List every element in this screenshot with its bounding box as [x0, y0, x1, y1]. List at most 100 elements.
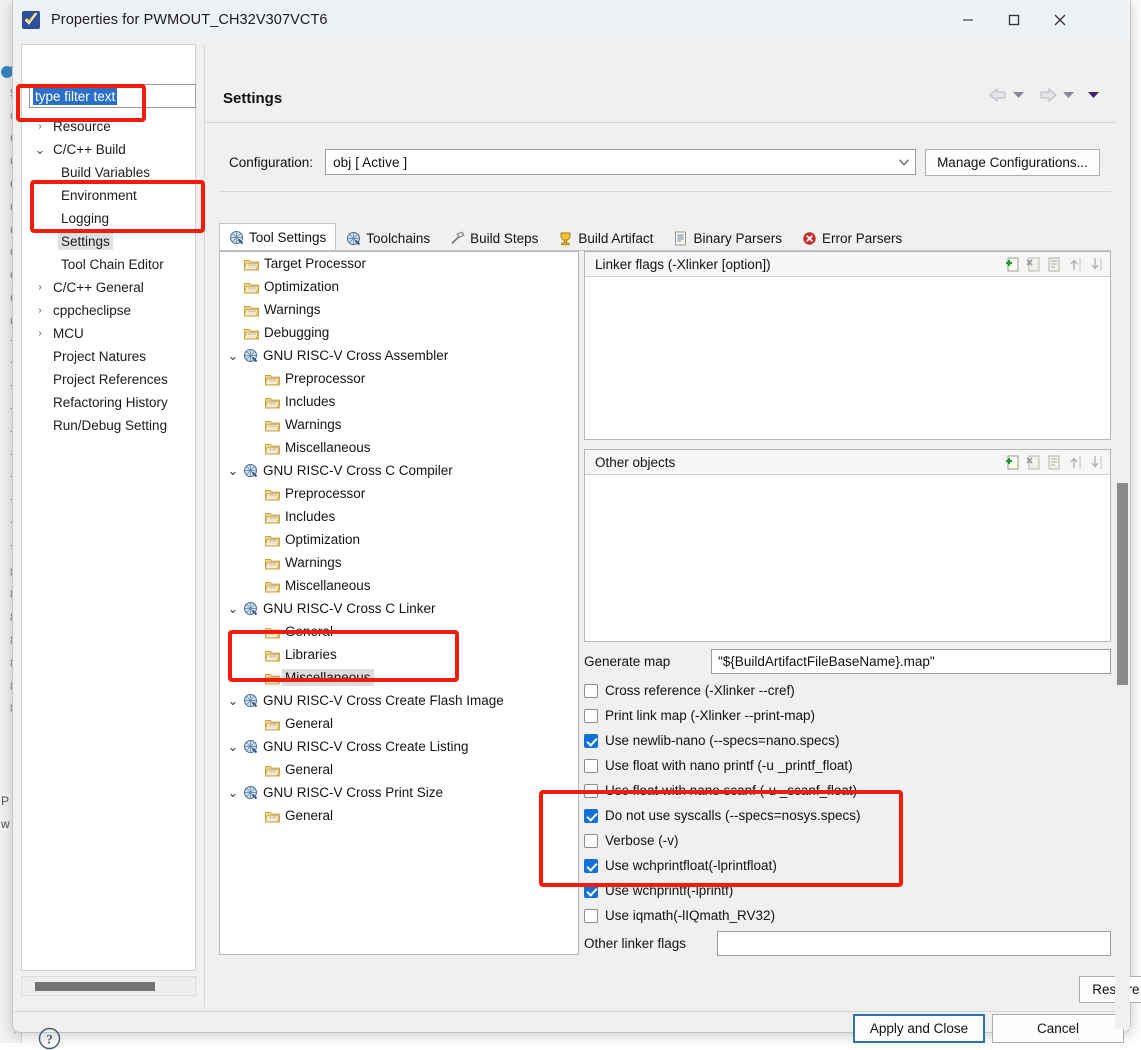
tool-tree-item-optimization[interactable]: Optimization — [220, 528, 578, 551]
tool-tree-item-warnings[interactable]: Warnings — [220, 298, 578, 321]
properties-tree[interactable]: ›Resource⌄C/C++ BuildBuild VariablesEnvi… — [22, 115, 197, 437]
tool-tree-item-includes[interactable]: Includes — [220, 390, 578, 413]
tool-tree-item-optimization[interactable]: Optimization — [220, 275, 578, 298]
move-up-icon[interactable] — [1068, 455, 1083, 470]
tool-tree-item-includes[interactable]: Includes — [220, 505, 578, 528]
chevron-down-icon[interactable]: ⌄ — [225, 789, 241, 797]
tab-toolchains[interactable]: Toolchains — [336, 224, 440, 251]
edit-icon[interactable] — [1047, 257, 1062, 272]
add-icon[interactable] — [1005, 257, 1020, 272]
checkbox-unchecked-icon[interactable] — [584, 909, 598, 923]
checkbox-row-4[interactable]: Use float with nano scanf (-u _scanf_flo… — [584, 778, 1111, 803]
filter-input[interactable]: type filter text — [29, 84, 196, 108]
tab-build-artifact[interactable]: Build Artifact — [548, 224, 663, 251]
chevron-down-icon[interactable]: ⌄ — [225, 605, 241, 613]
checkbox-row-6[interactable]: Verbose (-v) — [584, 828, 1111, 853]
tab-error-parsers[interactable]: Error Parsers — [792, 224, 912, 251]
scrollbar-thumb[interactable] — [1117, 483, 1128, 685]
back-arrow-icon[interactable] — [988, 88, 1010, 102]
maximize-icon[interactable] — [991, 0, 1037, 39]
chevron-down-icon[interactable]: ⌄ — [225, 467, 241, 475]
properties-tree-item-environment[interactable]: Environment — [22, 184, 197, 207]
tool-tree-item-miscellaneous[interactable]: Miscellaneous — [220, 574, 578, 597]
properties-tree-item-project-references[interactable]: Project References — [22, 368, 197, 391]
properties-tree-item-refactoring-history[interactable]: Refactoring History — [22, 391, 197, 414]
properties-tree-item-tool-chain-editor[interactable]: Tool Chain Editor — [22, 253, 197, 276]
tool-tree-item-preprocessor[interactable]: Preprocessor — [220, 367, 578, 390]
generate-map-input[interactable]: "${BuildArtifactFileBaseName}.map" — [711, 649, 1111, 674]
checkbox-unchecked-icon[interactable] — [584, 684, 598, 698]
checkbox-row-7[interactable]: Use wchprintfloat(-lprintfloat) — [584, 853, 1111, 878]
tool-tree-item-miscellaneous[interactable]: Miscellaneous — [220, 666, 578, 689]
tool-tree-item-gnu-risc-v-cross-assembler[interactable]: ⌄GNU RISC-V Cross Assembler — [220, 344, 578, 367]
tool-tree-item-general[interactable]: General — [220, 758, 578, 781]
help-icon[interactable]: ? — [38, 1027, 61, 1050]
dialog-titlebar[interactable]: Properties for PWMOUT_CH32V307VCT6 — [13, 0, 1130, 39]
chevron-down-icon[interactable]: ⌄ — [225, 743, 241, 751]
move-down-icon[interactable] — [1089, 455, 1104, 470]
checkbox-unchecked-icon[interactable] — [584, 709, 598, 723]
cancel-button[interactable]: Cancel — [992, 1014, 1124, 1043]
tool-tree-item-target-processor[interactable]: Target Processor — [220, 252, 578, 275]
tab-build-steps[interactable]: Build Steps — [440, 224, 548, 251]
chevron-right-icon[interactable]: › — [30, 328, 50, 339]
back-menu-chevron-down-icon[interactable] — [1013, 91, 1035, 99]
left-pane-horizontal-scrollbar[interactable] — [21, 976, 196, 996]
checkbox-checked-icon[interactable] — [584, 809, 598, 823]
checkbox-checked-icon[interactable] — [584, 884, 598, 898]
properties-tree-item-cppcheclipse[interactable]: ›cppcheclipse — [22, 299, 197, 322]
chevron-right-icon[interactable]: › — [30, 121, 50, 132]
tool-tree-item-miscellaneous[interactable]: Miscellaneous — [220, 436, 578, 459]
scrollbar-thumb[interactable] — [35, 982, 155, 991]
tool-settings-tree[interactable]: Target ProcessorOptimizationWarningsDebu… — [219, 251, 579, 955]
manage-configurations-button[interactable]: Manage Configurations... — [925, 149, 1100, 176]
linker-flags-toolbar[interactable] — [1005, 257, 1104, 272]
checkbox-checked-icon[interactable] — [584, 734, 598, 748]
tool-tree-item-gnu-risc-v-cross-create-flash-image[interactable]: ⌄GNU RISC-V Cross Create Flash Image — [220, 689, 578, 712]
tool-tree-item-libraries[interactable]: Libraries — [220, 643, 578, 666]
delete-icon[interactable] — [1026, 455, 1041, 470]
page-navigation-toolbar[interactable] — [988, 88, 1110, 102]
checkbox-row-3[interactable]: Use float with nano printf (-u _printf_f… — [584, 753, 1111, 778]
add-icon[interactable] — [1005, 455, 1020, 470]
checkbox-row-2[interactable]: Use newlib-nano (--specs=nano.specs) — [584, 728, 1111, 753]
properties-tree-item-resource[interactable]: ›Resource — [22, 115, 197, 138]
tool-tree-item-gnu-risc-v-cross-c-linker[interactable]: ⌄GNU RISC-V Cross C Linker — [220, 597, 578, 620]
restore-defaults-button[interactable]: Restore Defaults — [1079, 976, 1141, 1003]
checkbox-row-9[interactable]: Use iqmath(-lIQmath_RV32) — [584, 903, 1111, 928]
other-linker-flags-input[interactable] — [717, 931, 1111, 956]
chevron-down-icon[interactable]: ⌄ — [225, 352, 241, 360]
properties-tree-item-build-variables[interactable]: Build Variables — [22, 161, 197, 184]
other-objects-list[interactable] — [585, 475, 1110, 641]
close-icon[interactable] — [1037, 0, 1083, 39]
move-up-icon[interactable] — [1068, 257, 1083, 272]
view-menu-icon[interactable] — [1088, 91, 1110, 99]
properties-tree-item-c-c-general[interactable]: ›C/C++ General — [22, 276, 197, 299]
checkbox-unchecked-icon[interactable] — [584, 834, 598, 848]
chevron-down-icon[interactable]: ⌄ — [225, 697, 241, 705]
dialog-vertical-scrollbar[interactable] — [1115, 79, 1130, 1029]
chevron-right-icon[interactable]: › — [30, 305, 50, 316]
forward-arrow-icon[interactable] — [1038, 88, 1060, 102]
tab-binary-parsers[interactable]: Binary Parsers — [663, 224, 792, 251]
chevron-down-icon[interactable]: ⌄ — [30, 146, 50, 154]
other-objects-toolbar[interactable] — [1005, 455, 1104, 470]
tool-tree-item-general[interactable]: General — [220, 712, 578, 735]
checkbox-unchecked-icon[interactable] — [584, 784, 598, 798]
tool-settings-tabs[interactable]: Tool SettingsToolchainsBuild StepsBuild … — [219, 223, 912, 251]
properties-tree-item-c-c-build[interactable]: ⌄C/C++ Build — [22, 138, 197, 161]
move-down-icon[interactable] — [1089, 257, 1104, 272]
delete-icon[interactable] — [1026, 257, 1041, 272]
configuration-select[interactable]: obj [ Active ] — [325, 149, 916, 175]
checkbox-row-5[interactable]: Do not use syscalls (--specs=nosys.specs… — [584, 803, 1111, 828]
linker-options-checkbox-list[interactable]: Cross reference (-Xlinker --cref)Print l… — [584, 678, 1111, 928]
tool-tree-item-gnu-risc-v-cross-create-listing[interactable]: ⌄GNU RISC-V Cross Create Listing — [220, 735, 578, 758]
checkbox-row-8[interactable]: Use wchprintf(-lprintf) — [584, 878, 1111, 903]
linker-flags-list[interactable] — [585, 277, 1110, 439]
tool-tree-item-gnu-risc-v-cross-print-size[interactable]: ⌄GNU RISC-V Cross Print Size — [220, 781, 578, 804]
tool-tree-item-preprocessor[interactable]: Preprocessor — [220, 482, 578, 505]
tool-tree-item-warnings[interactable]: Warnings — [220, 551, 578, 574]
apply-and-close-button[interactable]: Apply and Close — [853, 1014, 985, 1043]
tool-tree-item-warnings[interactable]: Warnings — [220, 413, 578, 436]
properties-tree-item-settings[interactable]: Settings — [22, 230, 197, 253]
